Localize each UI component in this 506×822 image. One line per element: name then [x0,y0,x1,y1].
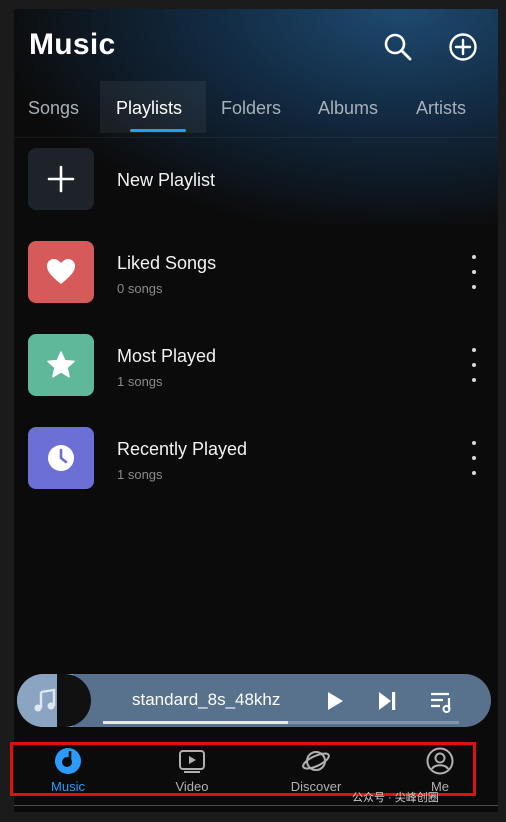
music-note-icon [34,688,56,711]
nav-music[interactable]: Music [23,741,113,803]
playlist-song-count: 0 songs [117,281,163,296]
nav-video-label: Video [175,779,209,794]
playlist-item-most-played[interactable]: Most Played 1 songs [14,334,498,404]
skip-next-icon[interactable] [373,687,401,715]
playlist-thumb [28,241,94,303]
mini-player[interactable]: standard_8s_48khz [17,674,491,727]
music-disc-icon [55,748,81,774]
more-options-icon[interactable] [466,255,482,289]
tab-albums[interactable]: Albums [318,91,378,137]
video-icon [179,750,205,773]
more-options-icon[interactable] [466,441,482,475]
nav-discover[interactable]: Discover [271,741,361,803]
tab-artists[interactable]: Artists [416,91,466,137]
playlist-thumb [28,334,94,396]
vinyl-disc [57,674,91,727]
playlist-title: Liked Songs [117,253,217,273]
tab-divider [14,137,498,138]
playback-progress[interactable] [103,721,459,724]
playlist-song-count: 1 songs [117,467,163,482]
tab-bar: Songs Playlists Folders Albums Artists [14,91,498,137]
playlist-title: Most Played [117,346,217,366]
playlist-item-liked-songs[interactable]: Liked Songs 0 songs [14,241,498,311]
new-playlist-row[interactable]: New Playlist [14,148,498,218]
watermark-rule [14,805,498,806]
queue-music-icon[interactable] [428,687,456,715]
playlist-thumb [28,427,94,489]
more-options-icon[interactable] [466,348,482,382]
track-title: standard_8s_48khz [132,690,281,709]
search-icon[interactable] [382,31,414,63]
playlist-song-count: 1 songs [117,374,163,389]
plus-icon [47,165,75,193]
heart-icon [47,259,75,284]
playback-progress-fill [103,721,289,724]
playlist-item-recently-played[interactable]: Recently Played 1 songs [14,427,498,497]
new-playlist-label: New Playlist [117,170,216,190]
add-circle-icon[interactable] [447,31,479,63]
music-app-screen: Music Songs Playlists Folders Albums Art… [14,9,498,812]
tab-folders[interactable]: Folders [221,91,281,137]
watermark: 公众号 · 尖峰创圈 [352,792,439,804]
clock-icon [48,445,74,471]
playlist-title: Recently Played [117,439,248,459]
planet-icon [302,751,330,771]
tab-songs[interactable]: Songs [28,91,79,137]
new-playlist-thumb [28,148,94,210]
play-icon[interactable] [320,687,348,715]
nav-music-label: Music [51,779,85,794]
active-tab-indicator [130,129,186,132]
nav-video[interactable]: Video [147,741,237,803]
page-title: Music [29,28,116,61]
star-icon [47,351,75,378]
nav-discover-label: Discover [290,779,342,794]
person-circle-icon [426,747,454,775]
